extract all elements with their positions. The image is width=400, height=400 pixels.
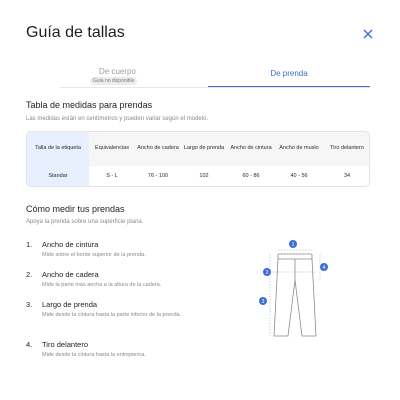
table-cell: 76 - 100 xyxy=(135,166,181,186)
step-name: Largo de prenda xyxy=(42,300,98,309)
table-cell: 102 xyxy=(181,166,227,186)
step-number: 2. xyxy=(26,270,33,279)
table-cell: S - L xyxy=(89,166,135,186)
table-header-cell: Ancho de cintura xyxy=(227,132,275,166)
table-header-cell: Ancho de cadera xyxy=(135,132,181,166)
modal-header: Guía de tallas xyxy=(26,22,376,46)
step-description: Mide desde la cintura hasta la entrepier… xyxy=(42,352,146,358)
marker-badge-1: 1 xyxy=(289,240,297,248)
modal-title: Guía de tallas xyxy=(26,24,125,41)
table-header-cell: Largo de prenda xyxy=(181,132,227,166)
unavailable-badge: Guia no disponible xyxy=(90,77,138,85)
step-name: Ancho de cintura xyxy=(42,240,99,249)
tab-divider xyxy=(60,87,370,88)
tab-label: De prenda xyxy=(270,69,308,78)
pants-outline-icon xyxy=(273,253,317,337)
measurements-table: Talla de la etiqueta Equivalencias Ancho… xyxy=(26,131,370,187)
steps-section-title: Cómo medir tus prendas xyxy=(26,204,125,214)
table-header-cell: Equivalencias xyxy=(89,132,135,166)
step-name: Ancho de cadera xyxy=(42,270,99,279)
table-header-cell: Ancho de muslo xyxy=(275,132,323,166)
marker-label: 2 xyxy=(266,270,269,276)
steps-intro: Apoya la prenda sobre una superficie pla… xyxy=(26,219,144,225)
tab-de-prenda[interactable]: De prenda xyxy=(208,62,370,88)
tab-label: De cuerpo xyxy=(99,67,136,76)
pants-diagram: 1 2 3 4 xyxy=(259,240,328,337)
table-section-title: Tabla de medidas para prendas xyxy=(26,100,153,110)
marker-label: 4 xyxy=(323,265,326,271)
marker-label: 1 xyxy=(292,242,295,248)
table-cell: Standar xyxy=(27,166,89,186)
marker-badge-3: 3 xyxy=(259,297,267,305)
step-description: Mide desde la cintura hasta la parte inf… xyxy=(42,312,182,318)
table-header-cell: Tiro delantero xyxy=(323,132,369,166)
table-section-note: Las medidas están en centímetros y puede… xyxy=(26,116,209,122)
table-cell: 34 xyxy=(323,166,369,186)
step-name: Tiro delantero xyxy=(42,340,88,349)
step-number: 1. xyxy=(26,240,33,249)
step-description: Mide sobre el borde superior de la prend… xyxy=(42,252,146,258)
marker-badge-2: 2 xyxy=(263,268,271,276)
tab-de-cuerpo[interactable]: De cuerpo Guia no disponible xyxy=(60,62,175,88)
step-number: 4. xyxy=(26,340,33,349)
table-header-cell: Talla de la etiqueta xyxy=(27,132,89,166)
marker-label: 3 xyxy=(262,299,265,305)
tab-bar: De cuerpo Guia no disponible De prenda xyxy=(60,62,370,88)
marker-badge-4: 4 xyxy=(320,263,328,271)
step-number: 3. xyxy=(26,300,33,309)
close-icon[interactable] xyxy=(362,28,374,40)
table-cell: 40 - 56 xyxy=(275,166,323,186)
step-description: Mide la parte más ancha a la altura de l… xyxy=(42,282,162,288)
table-cell: 60 - 86 xyxy=(227,166,275,186)
